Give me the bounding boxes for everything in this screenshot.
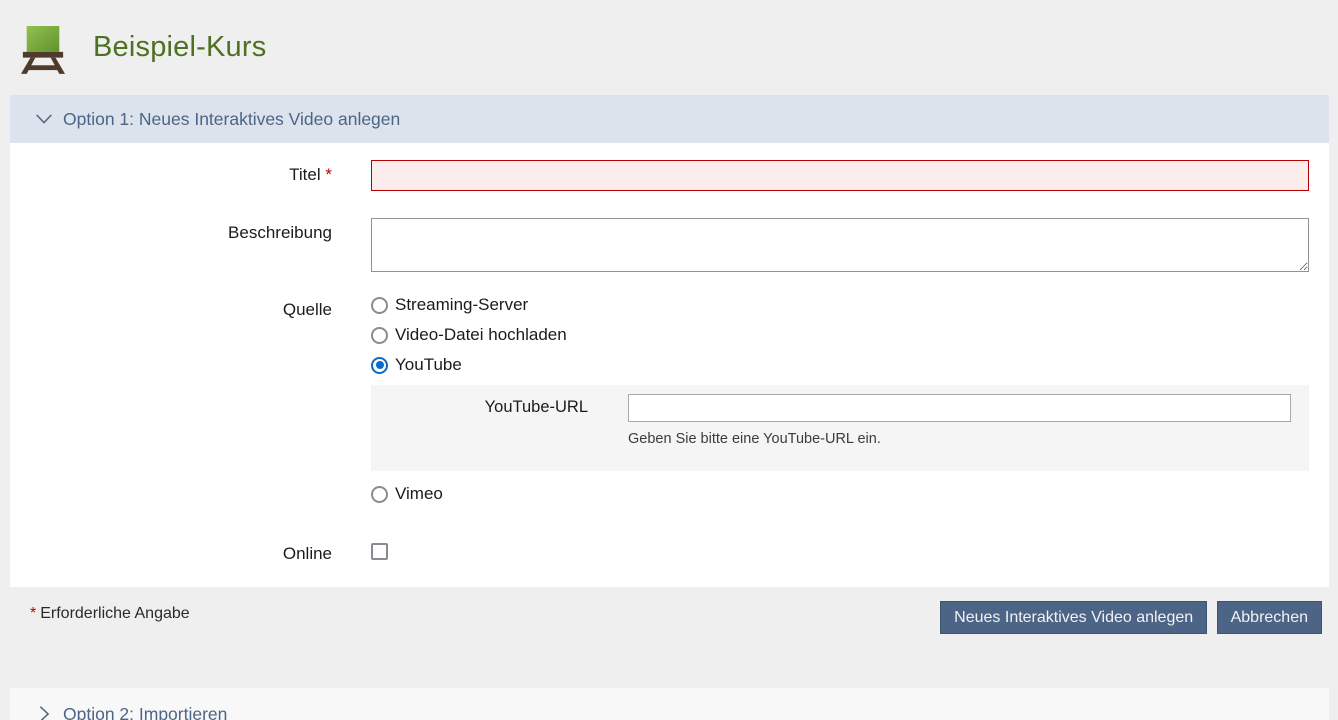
option2-panel: Option 2: Importieren [10,688,1329,720]
title-row: Titel * [30,160,1309,191]
required-note: *Erforderliche Angabe [30,601,190,623]
option2-header-label: Option 2: Importieren [63,704,227,720]
description-row: Beschreibung [30,218,1309,272]
chevron-down-icon [33,108,55,130]
youtube-subform: YouTube-URL Geben Sie bitte eine YouTube… [371,385,1309,471]
page-title: Beispiel-Kurs [93,31,266,64]
radio-icon[interactable] [371,486,388,503]
description-textarea[interactable] [371,218,1309,272]
title-label: Titel * [30,160,332,185]
description-label: Beschreibung [30,218,332,243]
required-asterisk: * [30,605,36,622]
cancel-button[interactable]: Abbrechen [1217,601,1322,634]
online-label: Online [30,539,332,564]
course-easel-icon [20,24,66,74]
youtube-url-hint: Geben Sie bitte eine YouTube-URL ein. [628,431,1291,447]
option1-panel: Option 1: Neues Interaktives Video anleg… [10,95,1329,587]
radio-checked-icon[interactable] [371,357,388,374]
form-footer: *Erforderliche Angabe Neues Interaktives… [0,587,1338,657]
title-input[interactable] [371,160,1309,191]
page-header: Beispiel-Kurs [0,0,1338,95]
option1-form: Titel * Beschreibung Quelle Streaming-Se… [10,143,1329,587]
radio-option-youtube[interactable]: YouTube [371,355,1309,375]
radio-option-streaming-server[interactable]: Streaming-Server [371,295,1309,315]
radio-icon[interactable] [371,297,388,314]
youtube-url-input[interactable] [628,394,1291,422]
online-checkbox[interactable] [371,543,388,560]
source-label: Quelle [30,295,332,320]
submit-button[interactable]: Neues Interaktives Video anlegen [940,601,1207,634]
option1-header[interactable]: Option 1: Neues Interaktives Video anleg… [10,95,1329,143]
footer-buttons: Neues Interaktives Video anlegen Abbrech… [940,601,1322,634]
required-asterisk: * [325,165,332,184]
online-row: Online [30,539,1309,564]
radio-icon[interactable] [371,327,388,344]
option1-header-label: Option 1: Neues Interaktives Video anleg… [63,109,400,130]
radio-option-video-upload[interactable]: Video-Datei hochladen [371,325,1309,345]
chevron-right-icon [33,703,55,720]
source-row: Quelle Streaming-Server Video-Datei hoch… [30,295,1309,514]
youtube-url-label: YouTube-URL [371,394,588,417]
radio-option-vimeo[interactable]: Vimeo [371,484,1309,504]
option2-header[interactable]: Option 2: Importieren [10,688,1329,720]
